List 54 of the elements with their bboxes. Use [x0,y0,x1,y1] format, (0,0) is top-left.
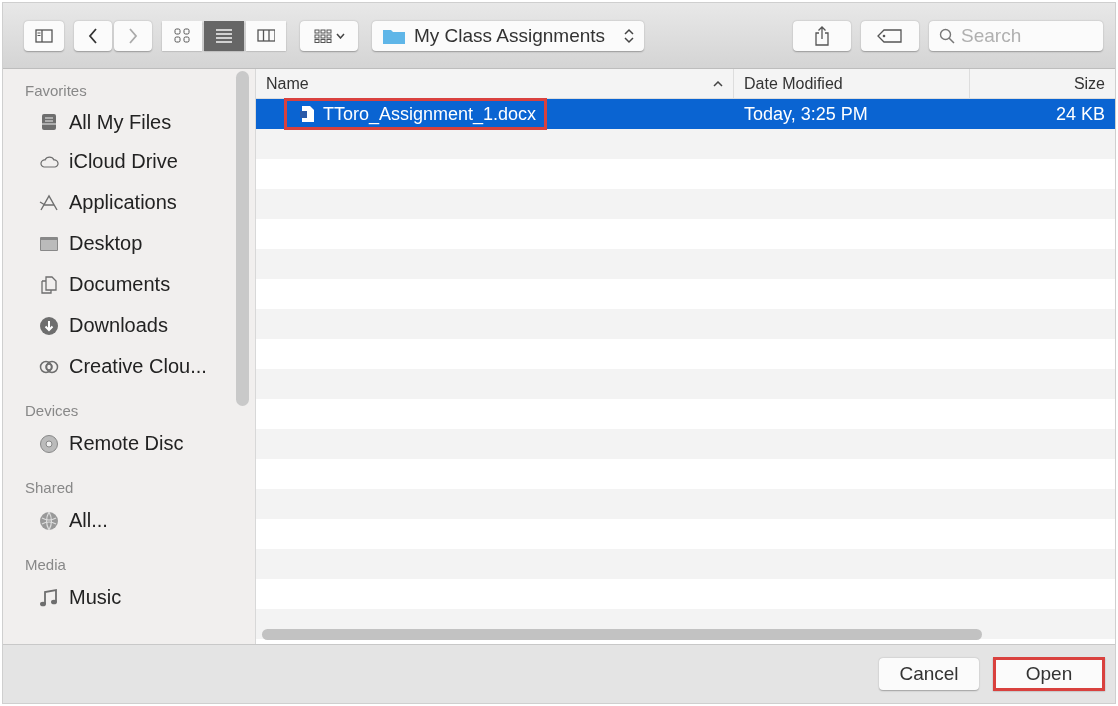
chevron-left-icon [88,27,98,44]
download-icon [39,315,59,336]
search-field[interactable]: Search [929,20,1103,51]
share-button[interactable] [793,20,851,51]
file-row[interactable]: TToro_Assignment_1.docx Today, 3:25 PM 24 KB [256,99,1115,129]
tags-button[interactable] [861,20,919,51]
sidebar-icon [35,28,53,43]
section-heading: Favorites [25,81,88,101]
arrange-button[interactable] [300,20,358,51]
sidebar-item[interactable]: Downloads [25,305,255,346]
view-mode-button[interactable] [204,20,244,51]
scrollbar[interactable] [262,629,982,640]
cancel-button[interactable]: Cancel [879,658,979,690]
sidebar-toggle-button[interactable] [24,20,64,51]
chevron-right-icon [128,27,138,44]
globe-icon [39,510,59,531]
view-mode-button[interactable] [246,20,286,51]
scrollbar[interactable] [236,71,249,406]
grid-icon [313,28,332,43]
sidebar-item[interactable]: Documents [25,264,255,305]
column-header[interactable]: Name [256,69,734,98]
sidebar-item[interactable]: Remote Disc [25,423,255,464]
sidebar-item[interactable]: Music [25,577,255,618]
caret-icon [335,32,345,39]
document-icon [299,105,315,123]
music-note-icon [39,587,59,608]
view-mode-button[interactable] [162,20,202,51]
tag-icon [877,28,903,43]
disc-icon [39,433,59,454]
column-header[interactable]: Date Modified [734,69,970,98]
section-heading: Media [25,555,67,575]
location-popup[interactable]: My Class Assignments [372,20,644,51]
open-button[interactable]: Open [993,657,1105,691]
sidebar-item[interactable]: Creative Clou... [25,346,255,387]
list-icon [215,26,233,45]
table-cell-text: 24 KB [1054,103,1106,125]
compass-letter-icon [39,192,59,213]
sidebar-item[interactable]: Desktop [25,223,255,264]
up-down-arrows-icon [624,27,634,44]
section-heading: Shared [25,478,75,498]
sidebar-item[interactable]: All My Files [25,103,255,141]
columns-icon [257,26,275,45]
back-button[interactable] [74,20,112,51]
drawer-icon [39,112,59,132]
grid-icon [173,26,191,45]
sidebar-item[interactable]: iCloud Drive [25,141,255,182]
file-name: TToro_Assignment_1.docx [323,103,537,125]
documents-icon [39,274,59,295]
section-heading: Devices [25,401,80,421]
share-icon [814,25,830,46]
sidebar-item[interactable]: All... [25,500,255,541]
table-cell-text: Today, 3:25 PM [743,103,869,125]
column-header[interactable]: Size [970,69,1115,98]
sidebar-item[interactable]: Applications [25,182,255,223]
